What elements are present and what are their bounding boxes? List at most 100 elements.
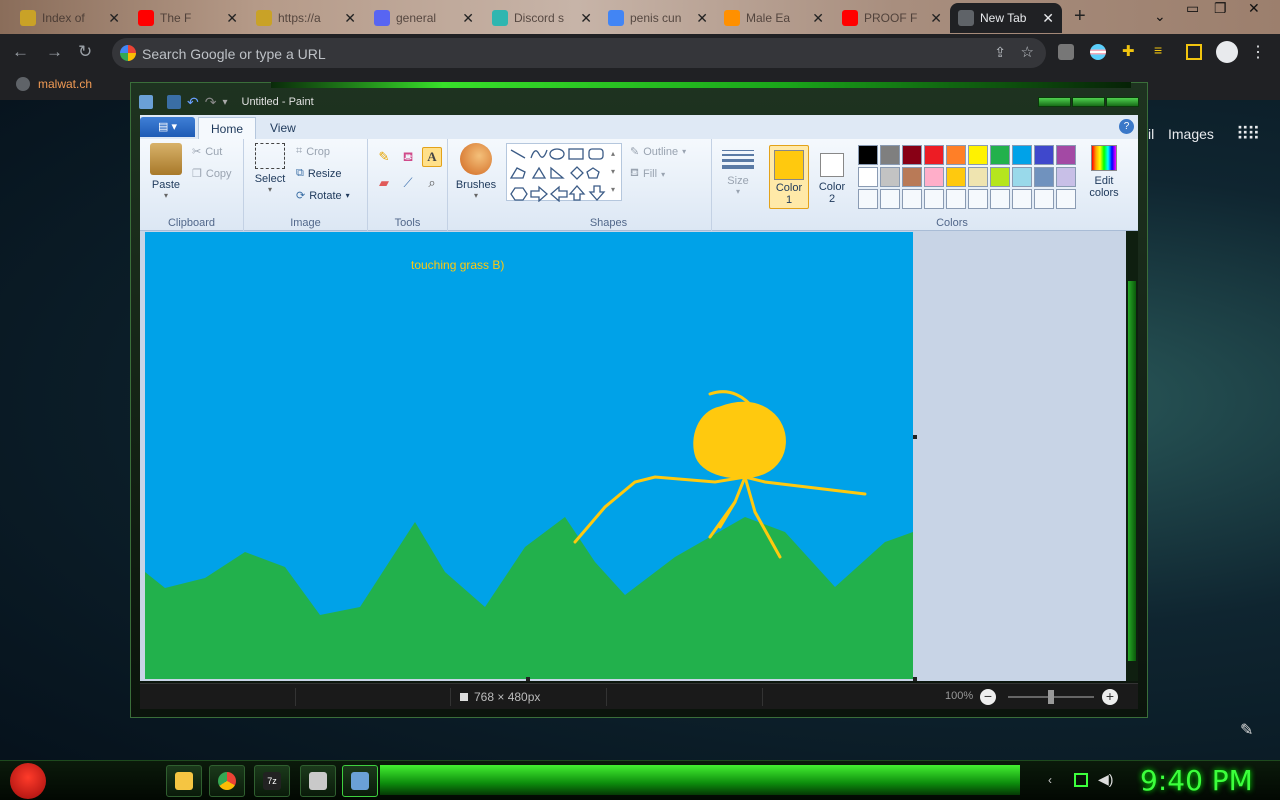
browser-tab[interactable]: Discord s ✕ [484, 3, 600, 33]
resize-handle-bottom[interactable] [526, 677, 530, 681]
tab-close-icon[interactable]: ✕ [226, 10, 238, 27]
browser-tab[interactable]: Index of ✕ [12, 3, 128, 33]
browser-tab[interactable]: penis cun ✕ [600, 3, 716, 33]
fill-button[interactable]: ⛾ Fill ▾ [630, 167, 665, 181]
palette-swatch[interactable] [946, 167, 966, 187]
resize-handle-corner[interactable] [913, 677, 917, 681]
drawing-canvas[interactable]: touching grass B) [145, 232, 913, 679]
volume-icon[interactable]: ◀) [1098, 771, 1113, 787]
palette-swatch[interactable] [990, 167, 1010, 187]
text-tool-icon[interactable]: A [422, 147, 442, 167]
palette-empty-swatch[interactable] [1012, 189, 1032, 209]
palette-swatch[interactable] [880, 167, 900, 187]
tab-close-icon[interactable]: ✕ [812, 10, 824, 27]
tab-close-icon[interactable]: ✕ [580, 10, 592, 27]
media-icon[interactable]: ≡ [1154, 42, 1170, 58]
outline-button[interactable]: ✎ Outline ▾ [630, 145, 686, 159]
palette-empty-swatch[interactable] [1056, 189, 1076, 209]
copy-button[interactable]: ❐ Copy [192, 167, 232, 181]
browser-tab[interactable]: New Tab ✕ [950, 3, 1062, 33]
scroll-thumb[interactable] [1128, 281, 1136, 661]
color-picker-icon[interactable]: ⟋ [398, 173, 418, 193]
tab-close-icon[interactable]: ✕ [344, 10, 356, 27]
palette-swatch[interactable] [1034, 167, 1054, 187]
vertical-scrollbar[interactable] [1126, 231, 1138, 681]
side-panel-icon[interactable] [1186, 44, 1202, 60]
tab-close-icon[interactable]: ✕ [1042, 10, 1054, 27]
resize-button[interactable]: ⧉ Resize [296, 167, 341, 180]
quick-access-dropdown-icon[interactable]: ▾ [222, 97, 227, 108]
palette-empty-swatch[interactable] [880, 189, 900, 209]
omnibox[interactable]: Search Google or type a URL ⇪ ☆ [112, 38, 1046, 68]
tray-overflow-icon[interactable]: ‹ [1048, 773, 1062, 787]
menu-icon[interactable]: ⋮ [1250, 42, 1266, 62]
back-icon[interactable]: ← [12, 42, 29, 62]
zoom-out-button[interactable]: − [980, 689, 996, 705]
ublock-icon[interactable] [1058, 44, 1074, 60]
taskbar-app[interactable] [300, 765, 336, 797]
close-window-icon[interactable]: ✕ [1248, 0, 1260, 17]
palette-empty-swatch[interactable] [1034, 189, 1054, 209]
magnifier-icon[interactable]: ⌕ [422, 173, 442, 193]
bookmark-malwatch[interactable]: malwat.ch [16, 77, 92, 91]
zoom-slider-knob[interactable] [1048, 690, 1054, 704]
file-menu-button[interactable]: ▤ ▾ [140, 117, 195, 137]
browser-tab[interactable]: general ✕ [366, 3, 482, 33]
tab-close-icon[interactable]: ✕ [462, 10, 474, 27]
browser-tab[interactable]: Male Ea ✕ [716, 3, 832, 33]
crop-button[interactable]: ⌗ Crop [296, 145, 330, 158]
undo-icon[interactable]: ↶ [187, 94, 199, 111]
taskbar-explorer[interactable] [166, 765, 202, 797]
reload-icon[interactable]: ↻ [78, 42, 92, 62]
minimize-icon[interactable]: ▭ [1186, 0, 1199, 17]
fill-bucket-icon[interactable]: ⛾ [398, 147, 418, 167]
start-button[interactable] [10, 763, 46, 799]
palette-swatch[interactable] [1056, 167, 1076, 187]
paint-app-icon[interactable] [139, 95, 153, 109]
close-button[interactable] [1106, 97, 1139, 107]
tab-close-icon[interactable]: ✕ [930, 10, 942, 27]
minimize-button[interactable] [1038, 97, 1071, 107]
size-button[interactable]: Size ▾ [718, 147, 758, 196]
palette-swatch[interactable] [968, 145, 988, 165]
taskbar-chrome[interactable] [209, 765, 245, 797]
palette-swatch[interactable] [880, 145, 900, 165]
bookmark-star-icon[interactable]: ☆ [1021, 43, 1034, 61]
shapes-scroll-icon[interactable]: ▴ ▾ ▾ [611, 145, 615, 199]
resize-handle-right[interactable] [913, 435, 917, 439]
help-icon[interactable]: ? [1119, 119, 1134, 134]
palette-swatch[interactable] [902, 167, 922, 187]
taskbar-clock[interactable]: 9:40 PM [1140, 764, 1253, 797]
save-icon[interactable] [167, 95, 181, 109]
palette-swatch[interactable] [858, 167, 878, 187]
palette-empty-swatch[interactable] [946, 189, 966, 209]
share-icon[interactable]: ⇪ [994, 44, 1006, 61]
pencil-tool-icon[interactable]: ✎ [374, 147, 394, 167]
select-button[interactable]: Select ▾ [250, 143, 290, 194]
palette-swatch[interactable] [990, 145, 1010, 165]
palette-swatch[interactable] [924, 167, 944, 187]
new-tab-button[interactable]: + [1074, 5, 1086, 28]
customize-pencil-icon[interactable]: ✎ [1240, 720, 1253, 740]
color1-button[interactable]: Color 1 [769, 145, 809, 209]
zoom-slider[interactable] [1008, 690, 1094, 704]
edit-colors-button[interactable]: Edit colors [1084, 145, 1124, 199]
palette-empty-swatch[interactable] [968, 189, 988, 209]
gmail-link[interactable]: il [1148, 126, 1154, 142]
palette-swatch[interactable] [1012, 167, 1032, 187]
browser-tab[interactable]: The F ✕ [130, 3, 246, 33]
images-link[interactable]: Images [1168, 126, 1214, 142]
palette-swatch[interactable] [924, 145, 944, 165]
palette-swatch[interactable] [902, 145, 922, 165]
brushes-button[interactable]: Brushes ▾ [454, 143, 498, 200]
extension-flag-icon[interactable] [1090, 44, 1106, 60]
apps-grid-icon[interactable]: ⠿⠿ [1236, 124, 1260, 145]
palette-swatch[interactable] [968, 167, 988, 187]
profile-avatar[interactable] [1216, 41, 1238, 63]
palette-empty-swatch[interactable] [902, 189, 922, 209]
paste-button[interactable]: Paste ▾ [146, 143, 186, 200]
cut-button[interactable]: ✂ Cut [192, 145, 222, 159]
taskbar-7zip[interactable]: 7z [254, 765, 290, 797]
tab-close-icon[interactable]: ✕ [696, 10, 708, 27]
eraser-icon[interactable]: ▰ [374, 173, 394, 193]
